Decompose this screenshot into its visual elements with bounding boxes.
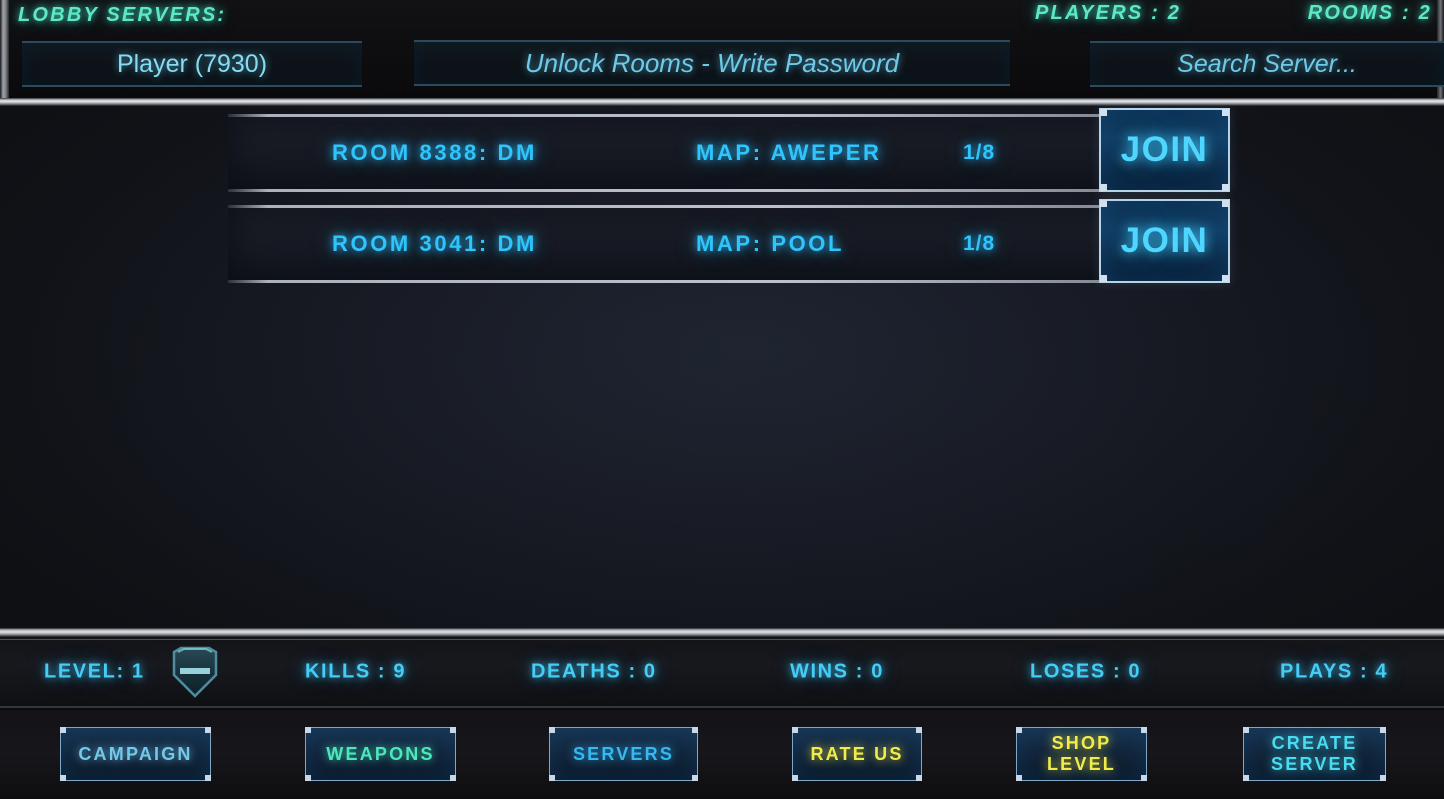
corner-bracket-icon — [1141, 775, 1147, 781]
players-count-label: PLAYERS : 2 — [1035, 2, 1182, 24]
player-stats-bar: LEVEL: 1 KILLS : 9 DEATHS : 0 WINS : 0 L… — [0, 637, 1444, 708]
stat-kills: KILLS : 9 — [305, 660, 407, 682]
room-capacity-label: 1/8 — [963, 232, 996, 255]
corner-bracket-icon — [450, 727, 456, 733]
header-divider — [0, 98, 1444, 106]
corner-bracket-icon — [1222, 275, 1229, 282]
corner-bracket-icon — [916, 775, 922, 781]
room-capacity-label: 1/8 — [963, 141, 996, 164]
join-button-label: JOIN — [1120, 221, 1209, 260]
corner-bracket-icon — [1243, 775, 1249, 781]
corner-bracket-icon — [205, 775, 211, 781]
stat-loses: LOSES : 0 — [1030, 660, 1142, 682]
join-button-label: JOIN — [1120, 130, 1209, 169]
corner-bracket-icon — [305, 775, 311, 781]
row-bottom-rule — [228, 280, 1228, 283]
campaign-button-label: CAMPAIGN — [78, 743, 193, 764]
table-row[interactable]: ROOM 8388: DM MAP: AWEPER 1/8 JOIN — [228, 108, 1230, 192]
corner-bracket-icon — [1016, 775, 1022, 781]
row-top-rule — [228, 114, 1228, 117]
password-input[interactable]: Unlock Rooms - Write Password — [414, 40, 1010, 86]
create-server-button[interactable]: CREATE SERVER — [1243, 727, 1386, 781]
servers-button-label: SERVERS — [572, 743, 675, 764]
corner-bracket-icon — [1243, 727, 1249, 733]
corner-bracket-icon — [1380, 775, 1386, 781]
stats-hairline — [0, 639, 1444, 640]
corner-bracket-icon — [450, 775, 456, 781]
shield-rank-icon — [168, 645, 222, 699]
corner-bracket-icon — [60, 775, 66, 781]
server-list-panel: ROOM 8388: DM MAP: AWEPER 1/8 JOIN ROOM … — [0, 106, 1444, 630]
corner-bracket-icon — [1222, 184, 1229, 191]
corner-bracket-icon — [305, 727, 311, 733]
room-name-label: ROOM 3041: DM — [332, 231, 537, 256]
corner-bracket-icon — [1100, 184, 1107, 191]
player-name-value: Player (7930) — [116, 49, 268, 78]
header-bar: LOBBY SERVERS: PLAYERS : 2 ROOMS : 2 Pla… — [0, 0, 1444, 100]
corner-bracket-icon — [205, 727, 211, 733]
campaign-button[interactable]: CAMPAIGN — [60, 727, 211, 781]
bottom-nav-bar: CAMPAIGN WEAPONS SERVERS RATE US SHOP LE… — [0, 710, 1444, 799]
corner-bracket-icon — [1222, 109, 1229, 116]
player-name-input[interactable]: Player (7930) — [22, 41, 362, 87]
search-placeholder: Search Server... — [1177, 49, 1357, 78]
servers-button[interactable]: SERVERS — [549, 727, 698, 781]
corner-bracket-icon — [916, 727, 922, 733]
page-title: LOBBY SERVERS: — [18, 4, 227, 26]
row-bottom-rule — [228, 189, 1228, 192]
stat-plays: PLAYS : 4 — [1280, 660, 1389, 682]
corner-bracket-icon — [549, 775, 555, 781]
shop-level-button-label: SHOP LEVEL — [1046, 733, 1116, 774]
weapons-button[interactable]: WEAPONS — [305, 727, 456, 781]
room-map-label: MAP: AWEPER — [696, 140, 882, 165]
password-placeholder: Unlock Rooms - Write Password — [524, 47, 900, 78]
corner-bracket-icon — [549, 727, 555, 733]
corner-bracket-icon — [1016, 727, 1022, 733]
rooms-count-label: ROOMS : 2 — [1307, 2, 1432, 24]
corner-bracket-icon — [1100, 109, 1107, 116]
corner-bracket-icon — [692, 727, 698, 733]
room-name-label: ROOM 8388: DM — [332, 140, 537, 165]
join-button[interactable]: JOIN — [1099, 108, 1230, 192]
rate-us-button-label: RATE US — [810, 743, 904, 764]
corner-bracket-icon — [1222, 200, 1229, 207]
stat-wins: WINS : 0 — [790, 660, 884, 682]
corner-bracket-icon — [692, 775, 698, 781]
table-row[interactable]: ROOM 3041: DM MAP: POOL 1/8 JOIN — [228, 199, 1230, 283]
room-map-label: MAP: POOL — [696, 231, 845, 256]
corner-bracket-icon — [60, 727, 66, 733]
corner-bracket-icon — [792, 727, 798, 733]
header-left-edge-decoration — [0, 0, 9, 100]
search-server-input[interactable]: Search Server... — [1090, 41, 1444, 87]
create-server-button-label: CREATE SERVER — [1271, 733, 1358, 774]
corner-bracket-icon — [1100, 275, 1107, 282]
row-top-rule — [228, 205, 1228, 208]
stat-deaths: DEATHS : 0 — [531, 660, 657, 682]
stats-top-divider — [0, 628, 1444, 637]
lobby-screen: LOBBY SERVERS: PLAYERS : 2 ROOMS : 2 Pla… — [0, 0, 1444, 799]
corner-bracket-icon — [1141, 727, 1147, 733]
weapons-button-label: WEAPONS — [326, 743, 435, 764]
corner-bracket-icon — [1100, 200, 1107, 207]
rate-us-button[interactable]: RATE US — [792, 727, 922, 781]
corner-bracket-icon — [792, 775, 798, 781]
corner-bracket-icon — [1380, 727, 1386, 733]
stat-level: LEVEL: 1 — [44, 660, 145, 682]
shop-level-button[interactable]: SHOP LEVEL — [1016, 727, 1147, 781]
join-button[interactable]: JOIN — [1099, 199, 1230, 283]
